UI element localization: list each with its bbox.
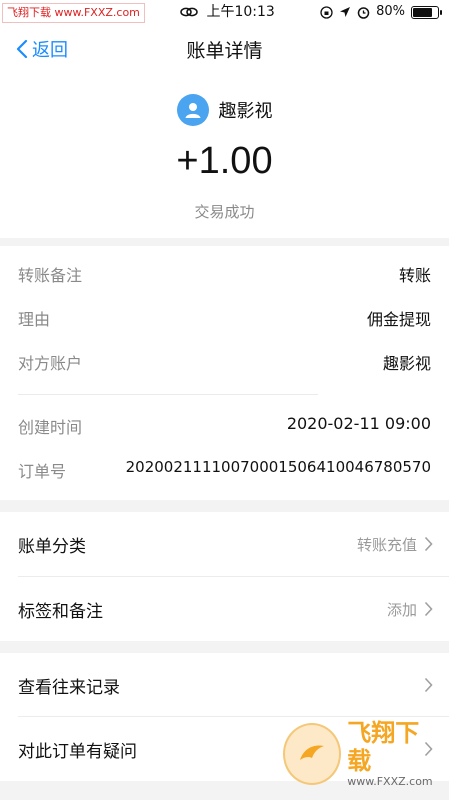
detail-label: 订单号 [18, 462, 67, 481]
transaction-status: 交易成功 [194, 203, 255, 221]
menu-label: 对此订单有疑问 [18, 742, 137, 762]
battery-icon [411, 5, 442, 19]
alarm-icon [357, 6, 370, 19]
nav-bar: 返回 账单详情 [0, 26, 449, 74]
detail-label: 转账备注 [18, 266, 83, 285]
detail-row-remark: 转账备注 转账 [0, 262, 449, 285]
location-icon [340, 7, 351, 17]
amount: +1.00 [176, 140, 273, 182]
detail-label: 创建时间 [18, 418, 83, 437]
detail-value: 2020-02-11 09:00 [286, 414, 431, 433]
menu-row-tags-notes[interactable]: 标签和备注 添加 [0, 577, 449, 641]
rotation-lock-icon [320, 5, 333, 19]
menu-value: 转账充值 [356, 536, 417, 554]
menu-row-history[interactable]: 查看往来记录 [0, 653, 449, 717]
link-icon [180, 7, 198, 17]
detail-value: 转账 [398, 266, 431, 285]
watermark-top: 飞翔下载 www.FXXZ.com [2, 3, 145, 23]
watermark-url: www.FXXZ.com [347, 775, 433, 788]
watermark-text: 飞翔下载 www.FXXZ.com [347, 719, 437, 789]
user-icon [185, 103, 200, 118]
section-divider [0, 641, 449, 653]
battery-percent: 80% [376, 4, 405, 19]
menu-label: 标签和备注 [18, 602, 103, 622]
detail-value: 佣金提现 [366, 310, 431, 329]
section-divider [0, 500, 449, 512]
status-bar: 飞翔下载 www.FXXZ.com 上午10:13 80% [0, 0, 449, 26]
status-indicators: 80% [320, 3, 442, 21]
avatar [176, 94, 209, 126]
chevron-right-icon [424, 536, 433, 552]
payee: 趣影视 [0, 94, 449, 126]
status-time: 上午10:13 [206, 4, 275, 20]
watermark-brand: 飞翔下载 [347, 719, 420, 775]
menu-value: 添加 [386, 601, 417, 619]
detail-value: 趣影视 [382, 354, 431, 373]
bird-icon [300, 745, 325, 760]
detail-row-counterparty: 对方账户 趣影视 [0, 350, 449, 373]
watermark-url: www.FXXZ.com [54, 6, 140, 19]
menu-row-bill-category[interactable]: 账单分类 转账充值 [0, 512, 449, 576]
chevron-right-icon [424, 601, 433, 617]
detail-row-order-number: 订单号 20200211110070001506410046780570 [0, 458, 449, 481]
watermark-bottom: 飞翔下载 www.FXXZ.com [283, 718, 437, 790]
detail-label: 理由 [18, 310, 51, 329]
payee-name: 趣影视 [218, 101, 273, 122]
status-time-area: 上午10:13 [180, 3, 275, 21]
chevron-right-icon [424, 677, 433, 693]
detail-label: 对方账户 [18, 354, 83, 373]
menu-label: 账单分类 [18, 537, 86, 557]
detail-divider [18, 394, 318, 395]
watermark-brand: 飞翔下载 [7, 6, 51, 19]
order-number: 20200211110070001506410046780570 [125, 458, 431, 476]
detail-row-reason: 理由 佣金提现 [0, 306, 449, 329]
section-divider [0, 238, 449, 246]
watermark-logo-icon [283, 723, 342, 785]
detail-row-created: 创建时间 2020-02-11 09:00 [0, 414, 449, 437]
page-title: 账单详情 [186, 40, 263, 62]
menu-label: 查看往来记录 [18, 678, 120, 698]
